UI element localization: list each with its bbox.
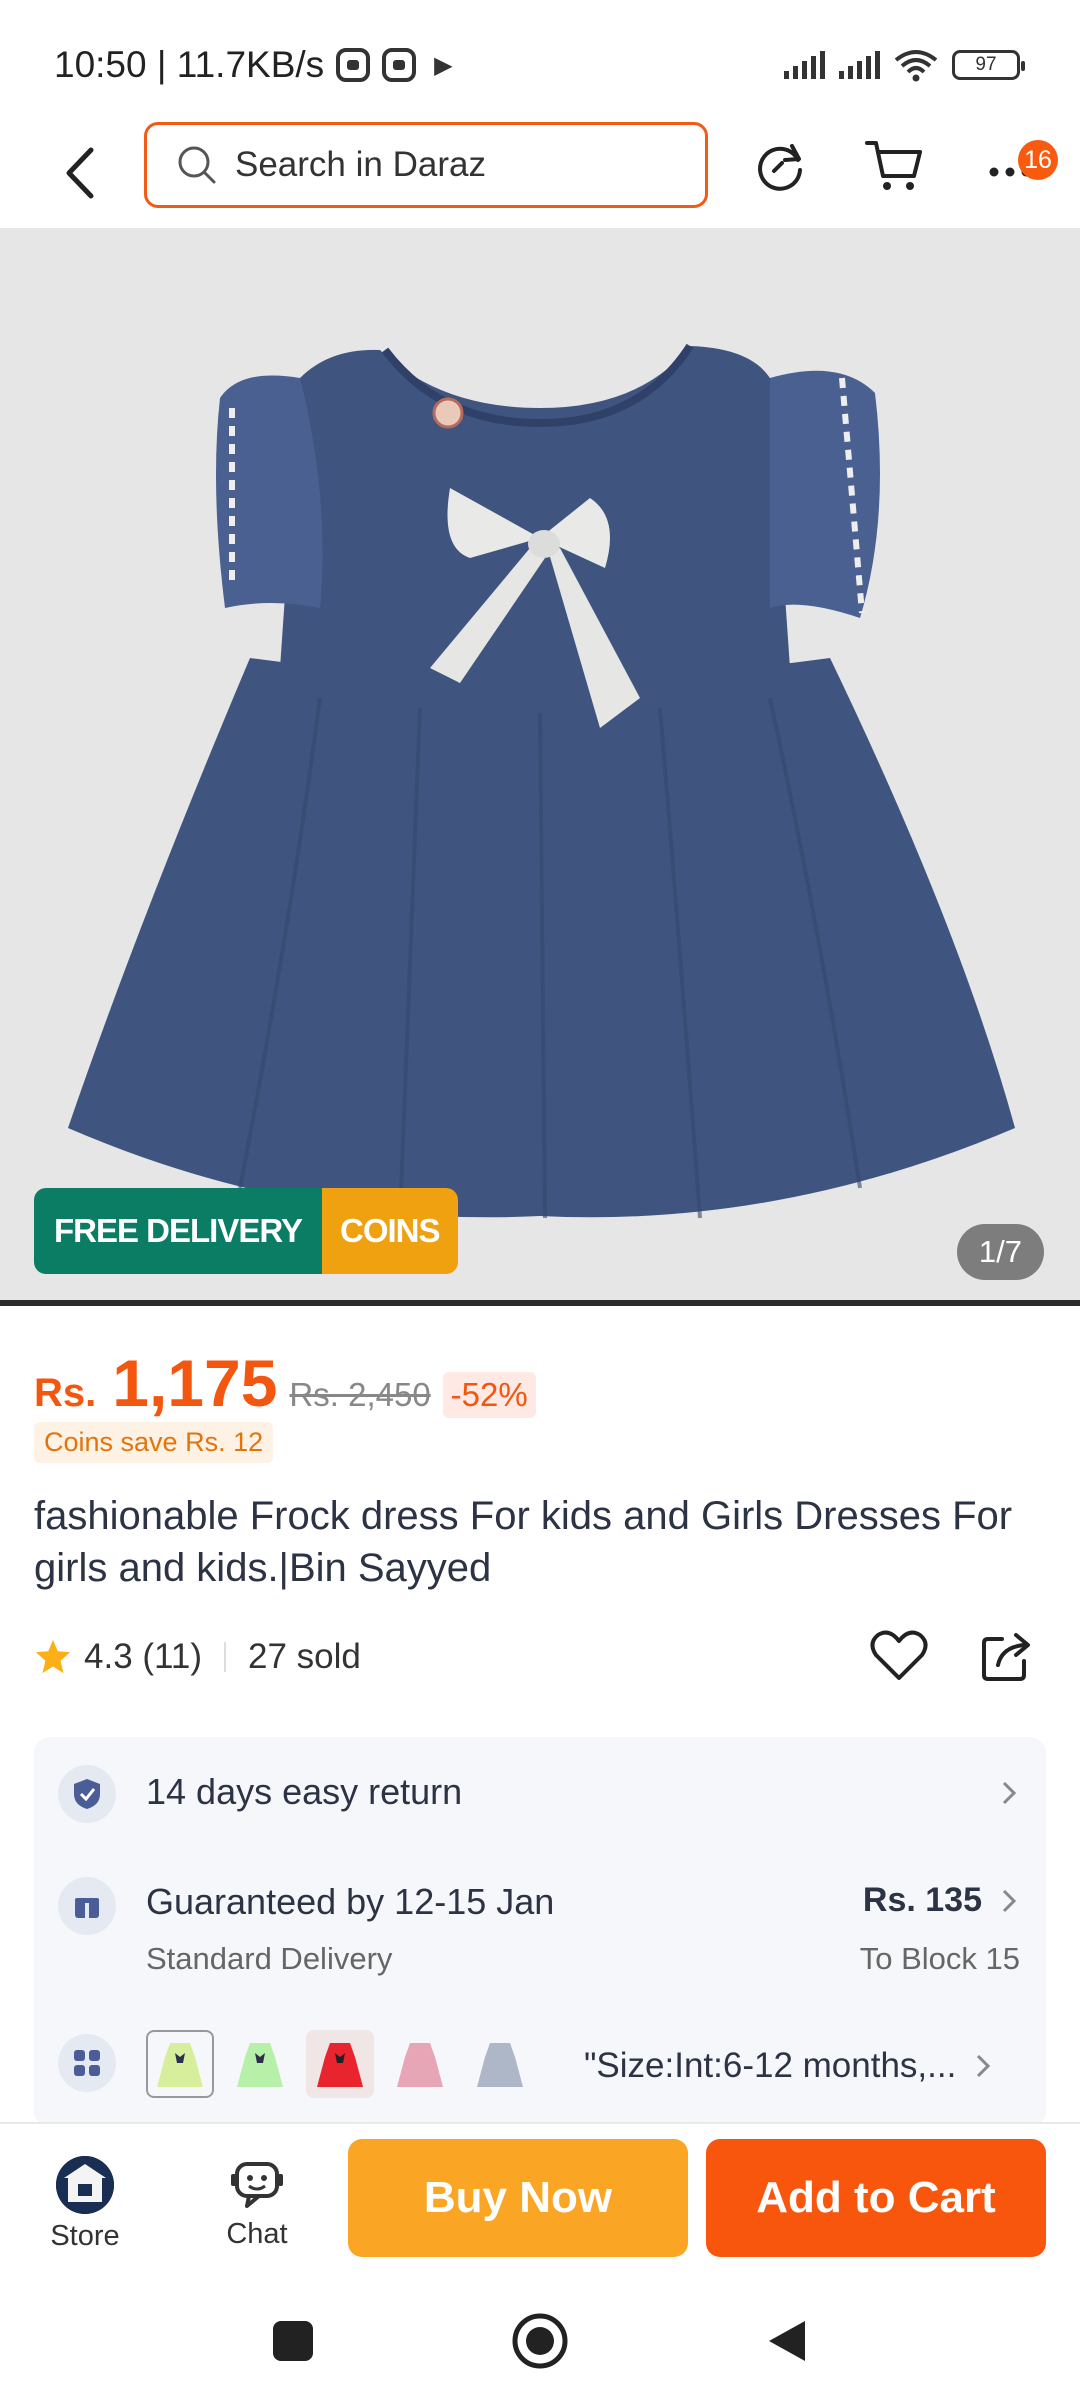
chevron-left-icon <box>66 147 94 199</box>
variant-row[interactable]: "Size:Int:6-12 months,... <box>34 2002 1046 2122</box>
share-button[interactable] <box>976 1625 1038 1687</box>
variant-selection: "Size:Int:6-12 months,... <box>584 2046 994 2086</box>
notification-badge: 16 <box>1018 140 1058 180</box>
original-price: Rs. 2,450 <box>289 1376 431 1413</box>
nav-back-button[interactable] <box>752 2306 822 2376</box>
notification-icon <box>382 48 417 82</box>
image-counter: 1/7 <box>956 1224 1044 1280</box>
variant-swatches <box>146 2030 534 2098</box>
product-image <box>68 343 1015 1219</box>
battery-icon: 97 <box>952 50 1025 80</box>
promo-tags: FREE DELIVERY COINS <box>34 1188 458 1274</box>
current-price: 1,175 <box>112 1346 278 1420</box>
notification-icon <box>336 48 371 82</box>
delivery-location: To Block 15 <box>859 1941 1020 1976</box>
search-placeholder: Search in Daraz <box>235 145 486 184</box>
price-row: Rs. 1,175 Rs. 2,450 -52% <box>34 1345 536 1421</box>
variant-swatch[interactable] <box>386 2030 454 2098</box>
bottom-action-bar: Store Chat Buy Now Add to Cart <box>0 2122 1080 2282</box>
system-nav-bar <box>0 2282 1080 2400</box>
home-circle-icon <box>512 2313 568 2369</box>
product-title: fashionable Frock dress For kids and Gir… <box>34 1494 1013 1590</box>
delivery-icon <box>58 1877 116 1935</box>
store-label: Store <box>50 2220 120 2252</box>
chat-button[interactable]: Chat <box>192 2156 322 2251</box>
shield-check-icon <box>58 1765 116 1823</box>
return-policy-row[interactable]: 14 days easy return <box>34 1737 1046 1847</box>
delivery-subtitle: Standard Delivery <box>146 1941 393 1976</box>
chat-icon <box>231 2162 283 2208</box>
info-card: 14 days easy return Guaranteed by 12-15 … <box>34 1737 1046 2127</box>
top-nav: Search in Daraz 16 <box>0 120 1080 230</box>
refresh-icon <box>758 144 802 191</box>
chevron-right-icon <box>977 2054 991 2078</box>
heart-icon <box>870 1630 928 1680</box>
chevron-right-icon <box>1002 1781 1017 1805</box>
status-left: 10:50 | 11.7KB/s ▶ <box>54 44 453 86</box>
variant-swatch[interactable] <box>226 2030 294 2098</box>
product-image-gallery[interactable]: FREE DELIVERY COINS 1/7 <box>0 228 1080 1306</box>
store-button[interactable]: Store <box>20 2156 150 2253</box>
return-policy-text: 14 days easy return <box>146 1771 463 1812</box>
triangle-back-icon <box>769 2321 805 2361</box>
buy-now-button[interactable]: Buy Now <box>348 2139 688 2257</box>
cart-button[interactable] <box>862 134 926 198</box>
search-icon <box>178 146 216 184</box>
signal-icon <box>784 51 825 79</box>
wifi-icon <box>894 50 938 82</box>
free-delivery-tag: FREE DELIVERY <box>34 1188 322 1274</box>
chat-label: Chat <box>226 2218 288 2250</box>
variant-text: "Size:Int:6-12 months,... <box>584 2046 957 2085</box>
delivery-price: Rs. 135 <box>862 1881 982 1919</box>
rating-row[interactable]: 4.3 (11) 27 sold <box>34 1630 361 1684</box>
home-button[interactable] <box>505 2306 575 2376</box>
wishlist-button[interactable] <box>868 1625 930 1687</box>
sold-count: 27 sold <box>248 1637 361 1676</box>
gallery-divider <box>0 1300 1080 1306</box>
coins-tag: COINS <box>322 1188 458 1274</box>
variant-swatch[interactable] <box>146 2030 214 2098</box>
currency-label: Rs. <box>34 1371 97 1415</box>
delivery-price-group: Rs. 135 <box>863 1881 1020 1920</box>
rating-value: 4.3 (11) <box>84 1637 203 1676</box>
share-refresh-button[interactable] <box>748 134 812 198</box>
share-icon <box>982 1633 1030 1681</box>
back-button[interactable] <box>50 138 110 208</box>
star-icon <box>35 1639 71 1674</box>
store-logo <box>56 2156 114 2214</box>
status-right: 97 <box>784 48 1025 82</box>
status-time-speed: 10:50 | 11.7KB/s <box>54 44 325 85</box>
battery-level: 97 <box>975 54 997 75</box>
divider <box>224 1642 227 1672</box>
chevron-right-icon <box>1002 1889 1017 1912</box>
variant-swatch[interactable] <box>306 2030 374 2098</box>
coins-save-badge: Coins save Rs. 12 <box>34 1422 274 1463</box>
cart-icon <box>865 141 922 190</box>
variant-grid-icon <box>58 2034 116 2092</box>
play-icon: ▶ <box>434 51 453 79</box>
discount-badge: -52% <box>442 1372 536 1418</box>
recent-apps-button[interactable] <box>258 2306 328 2376</box>
signal-icon <box>839 51 880 79</box>
square-icon <box>273 2321 313 2361</box>
more-button[interactable]: 16 <box>976 134 1066 198</box>
delivery-row[interactable]: Guaranteed by 12-15 Jan Standard Deliver… <box>34 1847 1046 1977</box>
variant-swatch[interactable] <box>466 2030 534 2098</box>
add-to-cart-button[interactable]: Add to Cart <box>706 2139 1046 2257</box>
delivery-title: Guaranteed by 12-15 Jan <box>146 1881 555 1922</box>
status-bar: 10:50 | 11.7KB/s ▶ 97 <box>0 0 1080 120</box>
search-input[interactable]: Search in Daraz <box>144 122 708 208</box>
